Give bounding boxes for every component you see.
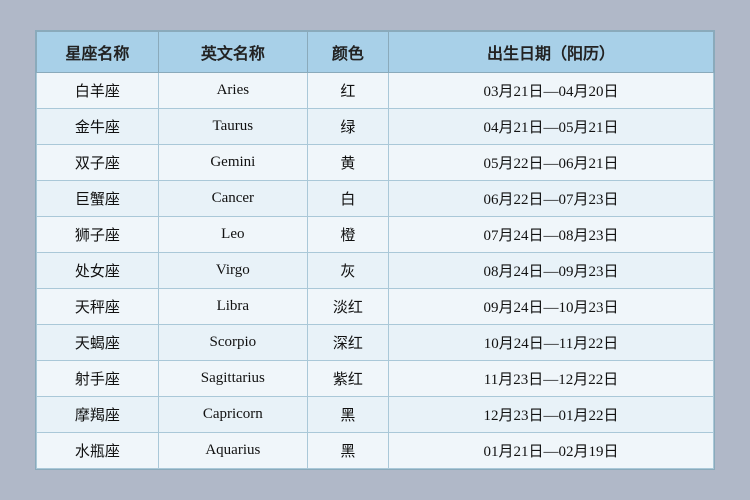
cell-color: 淡红 <box>307 289 388 325</box>
cell-color: 黑 <box>307 397 388 433</box>
cell-date: 05月22日—06月21日 <box>389 145 714 181</box>
cell-color: 绿 <box>307 109 388 145</box>
table-header-row: 星座名称 英文名称 颜色 出生日期（阳历） <box>37 32 714 73</box>
cell-cn: 狮子座 <box>37 217 159 253</box>
cell-color: 紫红 <box>307 361 388 397</box>
cell-date: 04月21日—05月21日 <box>389 109 714 145</box>
table-row: 巨蟹座Cancer白06月22日—07月23日 <box>37 181 714 217</box>
header-en: 英文名称 <box>158 32 307 73</box>
cell-cn: 射手座 <box>37 361 159 397</box>
cell-date: 11月23日—12月22日 <box>389 361 714 397</box>
table-row: 狮子座Leo橙07月24日—08月23日 <box>37 217 714 253</box>
cell-cn: 天蝎座 <box>37 325 159 361</box>
cell-cn: 巨蟹座 <box>37 181 159 217</box>
cell-cn: 白羊座 <box>37 73 159 109</box>
cell-en: Aries <box>158 73 307 109</box>
cell-en: Taurus <box>158 109 307 145</box>
table-row: 摩羯座Capricorn黑12月23日—01月22日 <box>37 397 714 433</box>
zodiac-table-container: 星座名称 英文名称 颜色 出生日期（阳历） 白羊座Aries红03月21日—04… <box>35 30 715 470</box>
table-row: 金牛座Taurus绿04月21日—05月21日 <box>37 109 714 145</box>
table-body: 白羊座Aries红03月21日—04月20日金牛座Taurus绿04月21日—0… <box>37 73 714 469</box>
cell-cn: 摩羯座 <box>37 397 159 433</box>
cell-color: 灰 <box>307 253 388 289</box>
cell-cn: 双子座 <box>37 145 159 181</box>
table-row: 天秤座Libra淡红09月24日—10月23日 <box>37 289 714 325</box>
cell-date: 03月21日—04月20日 <box>389 73 714 109</box>
header-cn: 星座名称 <box>37 32 159 73</box>
cell-en: Capricorn <box>158 397 307 433</box>
cell-color: 黑 <box>307 433 388 469</box>
cell-cn: 水瓶座 <box>37 433 159 469</box>
cell-date: 06月22日—07月23日 <box>389 181 714 217</box>
cell-color: 深红 <box>307 325 388 361</box>
cell-en: Libra <box>158 289 307 325</box>
table-row: 双子座Gemini黄05月22日—06月21日 <box>37 145 714 181</box>
table-row: 处女座Virgo灰08月24日—09月23日 <box>37 253 714 289</box>
cell-date: 08月24日—09月23日 <box>389 253 714 289</box>
table-row: 射手座Sagittarius紫红11月23日—12月22日 <box>37 361 714 397</box>
cell-date: 10月24日—11月22日 <box>389 325 714 361</box>
cell-date: 07月24日—08月23日 <box>389 217 714 253</box>
cell-en: Virgo <box>158 253 307 289</box>
cell-en: Leo <box>158 217 307 253</box>
table-row: 天蝎座Scorpio深红10月24日—11月22日 <box>37 325 714 361</box>
cell-date: 12月23日—01月22日 <box>389 397 714 433</box>
cell-date: 09月24日—10月23日 <box>389 289 714 325</box>
cell-en: Scorpio <box>158 325 307 361</box>
cell-cn: 处女座 <box>37 253 159 289</box>
cell-color: 橙 <box>307 217 388 253</box>
table-row: 水瓶座Aquarius黑01月21日—02月19日 <box>37 433 714 469</box>
cell-en: Aquarius <box>158 433 307 469</box>
cell-color: 红 <box>307 73 388 109</box>
cell-en: Cancer <box>158 181 307 217</box>
cell-color: 白 <box>307 181 388 217</box>
header-color: 颜色 <box>307 32 388 73</box>
cell-en: Sagittarius <box>158 361 307 397</box>
cell-date: 01月21日—02月19日 <box>389 433 714 469</box>
cell-cn: 金牛座 <box>37 109 159 145</box>
cell-en: Gemini <box>158 145 307 181</box>
table-row: 白羊座Aries红03月21日—04月20日 <box>37 73 714 109</box>
cell-cn: 天秤座 <box>37 289 159 325</box>
zodiac-table: 星座名称 英文名称 颜色 出生日期（阳历） 白羊座Aries红03月21日—04… <box>36 31 714 469</box>
header-date: 出生日期（阳历） <box>389 32 714 73</box>
cell-color: 黄 <box>307 145 388 181</box>
